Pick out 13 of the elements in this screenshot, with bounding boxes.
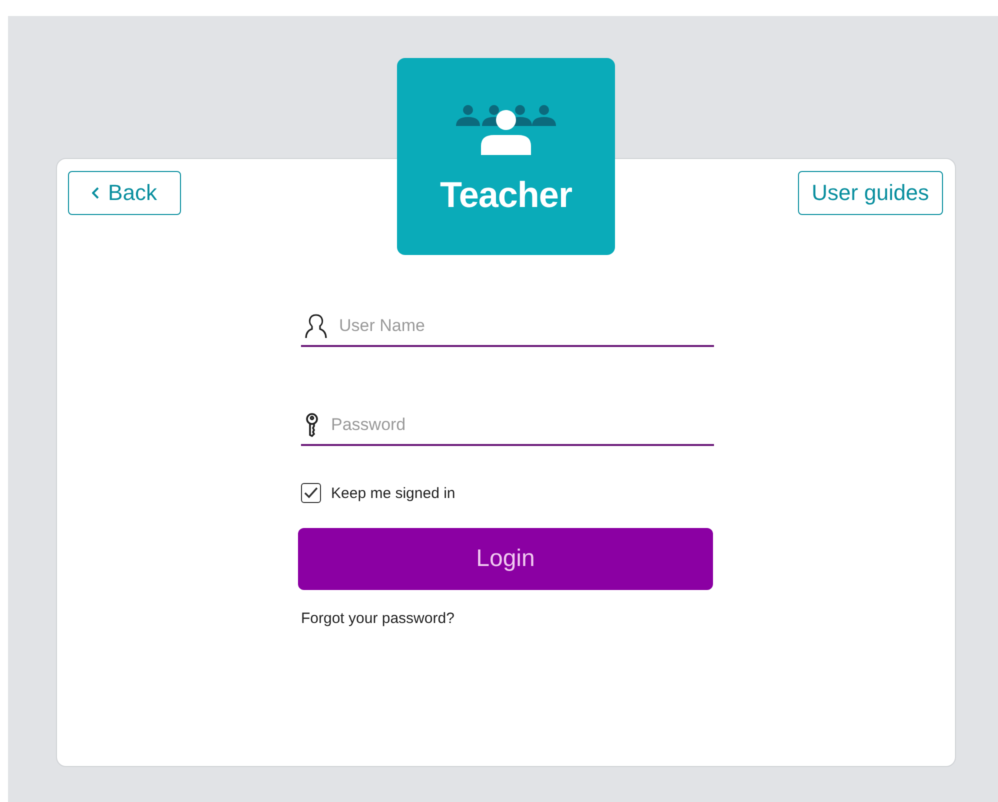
key-icon	[305, 413, 319, 437]
password-field[interactable]: Password	[331, 415, 714, 435]
role-title: Teacher	[440, 174, 572, 216]
user-guides-button[interactable]: User guides	[798, 171, 943, 215]
login-button[interactable]: Login	[298, 528, 713, 590]
chevron-left-icon	[92, 187, 100, 199]
back-button[interactable]: Back	[68, 171, 181, 215]
person-icon	[305, 313, 327, 339]
forgot-password-link[interactable]: Forgot your password?	[301, 610, 454, 627]
classroom-icon	[454, 102, 558, 156]
username-field[interactable]: User Name	[339, 316, 714, 336]
checkbox-label: Keep me signed in	[331, 484, 456, 502]
checkbox[interactable]	[301, 483, 321, 503]
